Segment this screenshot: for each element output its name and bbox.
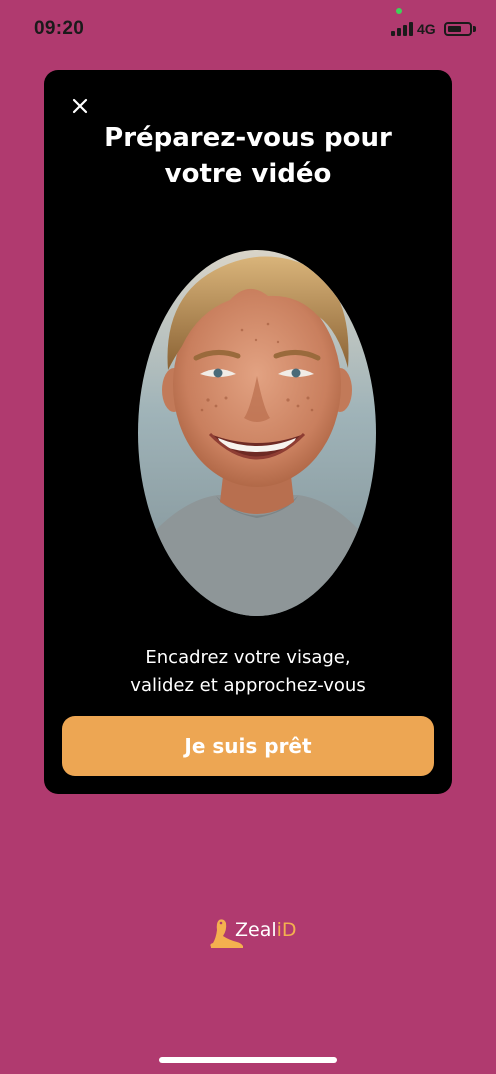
battery-icon — [444, 22, 472, 36]
face-example-photo — [138, 250, 376, 616]
face-illustration — [138, 250, 376, 616]
card-title: Préparez-vous pour votre vidéo — [64, 120, 432, 192]
zealid-logo: ZealiD — [207, 916, 297, 950]
close-icon — [72, 98, 88, 114]
instructions-line1: Encadrez votre visage, — [145, 647, 351, 668]
status-bar: 09:20 4G — [0, 0, 496, 62]
logo-text-accent: iD — [276, 919, 297, 941]
camera-indicator-dot — [396, 8, 402, 14]
battery-level — [448, 26, 461, 32]
network-type: 4G — [417, 21, 436, 37]
card-title-line1: Préparez-vous pour — [104, 123, 392, 153]
instructions-text: Encadrez votre visage, validez et approc… — [64, 644, 432, 700]
signal-icon — [391, 22, 413, 36]
instructions-line2: validez et approchez-vous — [130, 675, 366, 696]
home-indicator[interactable] — [159, 1057, 337, 1063]
battery-cap — [473, 26, 476, 32]
logo-text: ZealiD — [235, 919, 297, 941]
logo-text-main: Zeal — [235, 919, 277, 941]
ready-button[interactable]: Je suis prêt — [62, 716, 434, 776]
close-button[interactable] — [68, 94, 92, 118]
video-prep-card: Préparez-vous pour votre vidéo Encadrez … — [44, 70, 452, 794]
status-time: 09:20 — [34, 18, 85, 39]
card-title-line2: votre vidéo — [164, 159, 332, 189]
